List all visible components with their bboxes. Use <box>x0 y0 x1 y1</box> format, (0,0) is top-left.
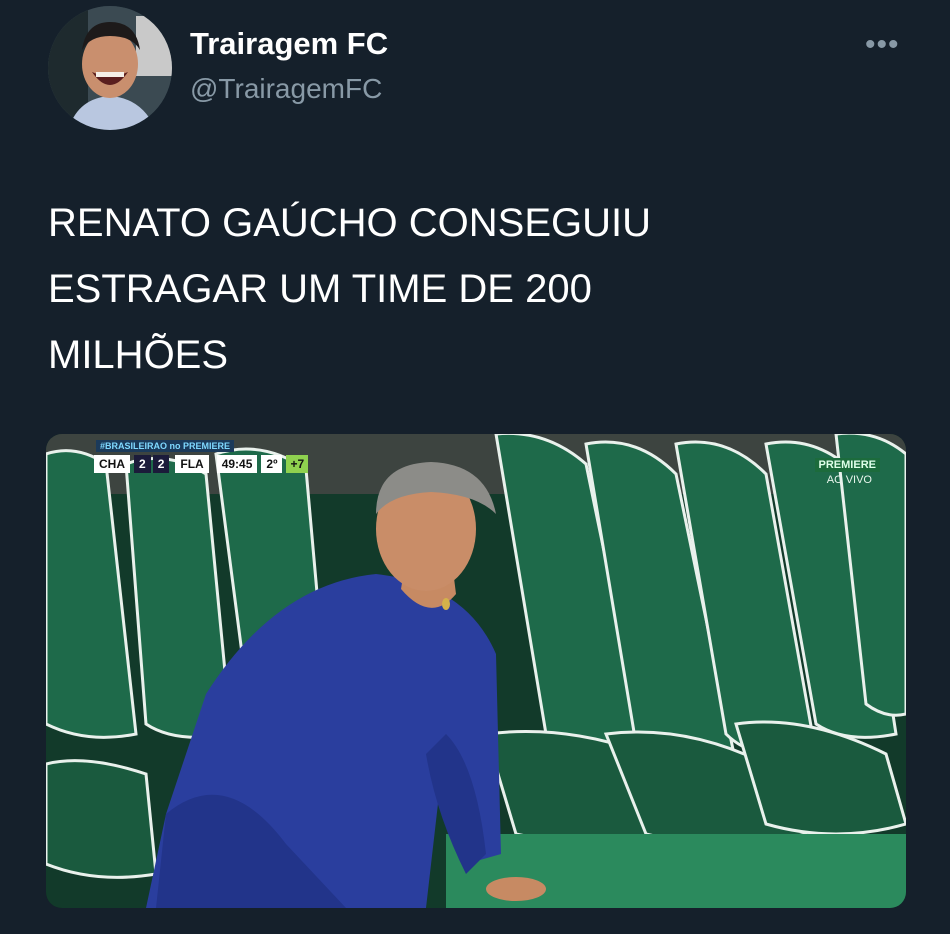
live-label: AO VIVO <box>826 474 872 486</box>
author-name[interactable]: Trairagem FC <box>190 26 388 62</box>
scorebug: CHA 2 2 FLA 49:45 2º +7 <box>94 454 309 474</box>
added-time: +7 <box>286 455 309 473</box>
competition-label: #BRASILEIRAO no PREMIERE <box>96 440 235 452</box>
media-photo <box>46 434 906 908</box>
broadcaster-logo: PREMIERE <box>814 458 880 472</box>
home-score: 2 <box>134 455 151 473</box>
more-horizontal-icon[interactable]: ••• <box>865 28 900 62</box>
away-team: FLA <box>175 455 209 473</box>
avatar-image <box>48 6 172 130</box>
home-team: CHA <box>94 455 130 473</box>
tweet-media[interactable]: #BRASILEIRAO no PREMIERE CHA 2 2 FLA 49:… <box>46 434 906 908</box>
away-score: 2 <box>152 455 170 473</box>
tweet-text-line: ESTRAGAR UM TIME DE 200 <box>48 267 592 311</box>
tweet-text: RENATO GAÚCHO CONSEGUIU ESTRAGAR UM TIME… <box>48 190 808 388</box>
match-clock: 49:45 <box>216 455 258 473</box>
author-handle[interactable]: @TrairagemFC <box>190 73 382 105</box>
match-period: 2º <box>261 455 283 473</box>
tweet-text-line: MILHÕES <box>48 333 229 377</box>
author-avatar[interactable] <box>48 6 172 130</box>
tweet-text-line: RENATO GAÚCHO CONSEGUIU <box>48 201 652 245</box>
